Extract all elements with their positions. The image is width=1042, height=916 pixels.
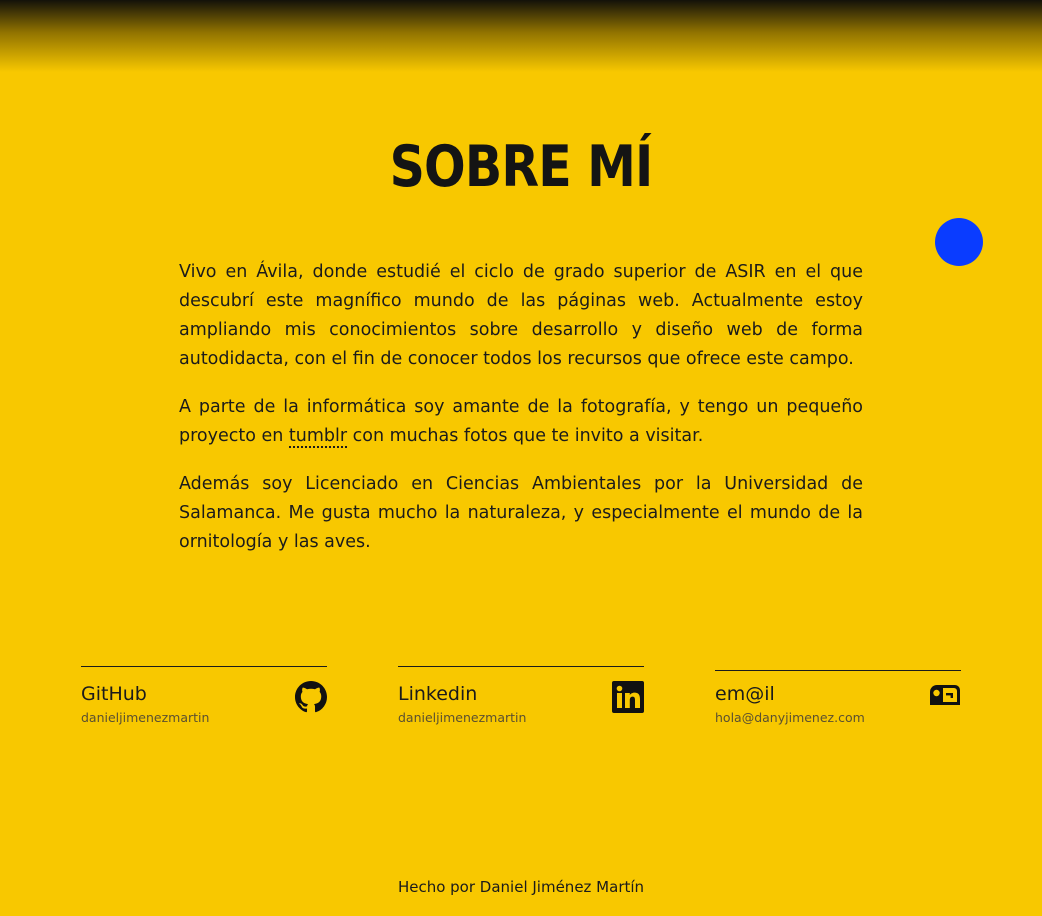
contact-github[interactable]: GitHub danieljimenezmartin bbox=[81, 666, 327, 725]
about-paragraph-2-end: con muchas fotos que te invito a visitar… bbox=[347, 426, 704, 446]
contact-email-label: em@il bbox=[715, 683, 775, 705]
top-shadow-gradient bbox=[0, 0, 1042, 72]
contact-linkedin-handle: danieljimenezmartin bbox=[398, 710, 527, 725]
contact-email-handle: hola@danyjimenez.com bbox=[715, 710, 865, 725]
footer-credit: Hecho por Daniel Jiménez Martín bbox=[397, 878, 645, 896]
contact-github-handle: danieljimenezmartin bbox=[81, 710, 210, 725]
linkedin-icon[interactable] bbox=[612, 681, 644, 713]
about-paragraph-3: Además soy Licenciado en Ciencias Ambien… bbox=[179, 474, 863, 552]
about-paragraph-1: Vivo en Ávila, donde estudié el ciclo de… bbox=[179, 262, 863, 369]
floating-action-dot[interactable] bbox=[935, 218, 983, 266]
contact-github-label: GitHub bbox=[81, 683, 147, 705]
contact-linkedin[interactable]: Linkedin danieljimenezmartin bbox=[398, 666, 644, 725]
github-icon[interactable] bbox=[295, 681, 327, 713]
mailbox-icon[interactable] bbox=[929, 683, 961, 707]
page-title: SOBRE MÍ bbox=[389, 134, 654, 200]
about-section: Vivo en Ávila, donde estudié el ciclo de… bbox=[179, 258, 863, 576]
tumblr-link[interactable]: tumblr bbox=[288, 426, 348, 448]
contact-linkedin-label: Linkedin bbox=[398, 683, 478, 705]
about-paragraph-2: A parte de la informática soy amante de … bbox=[179, 393, 863, 451]
contact-email[interactable]: em@il hola@danyjimenez.com bbox=[715, 670, 961, 725]
